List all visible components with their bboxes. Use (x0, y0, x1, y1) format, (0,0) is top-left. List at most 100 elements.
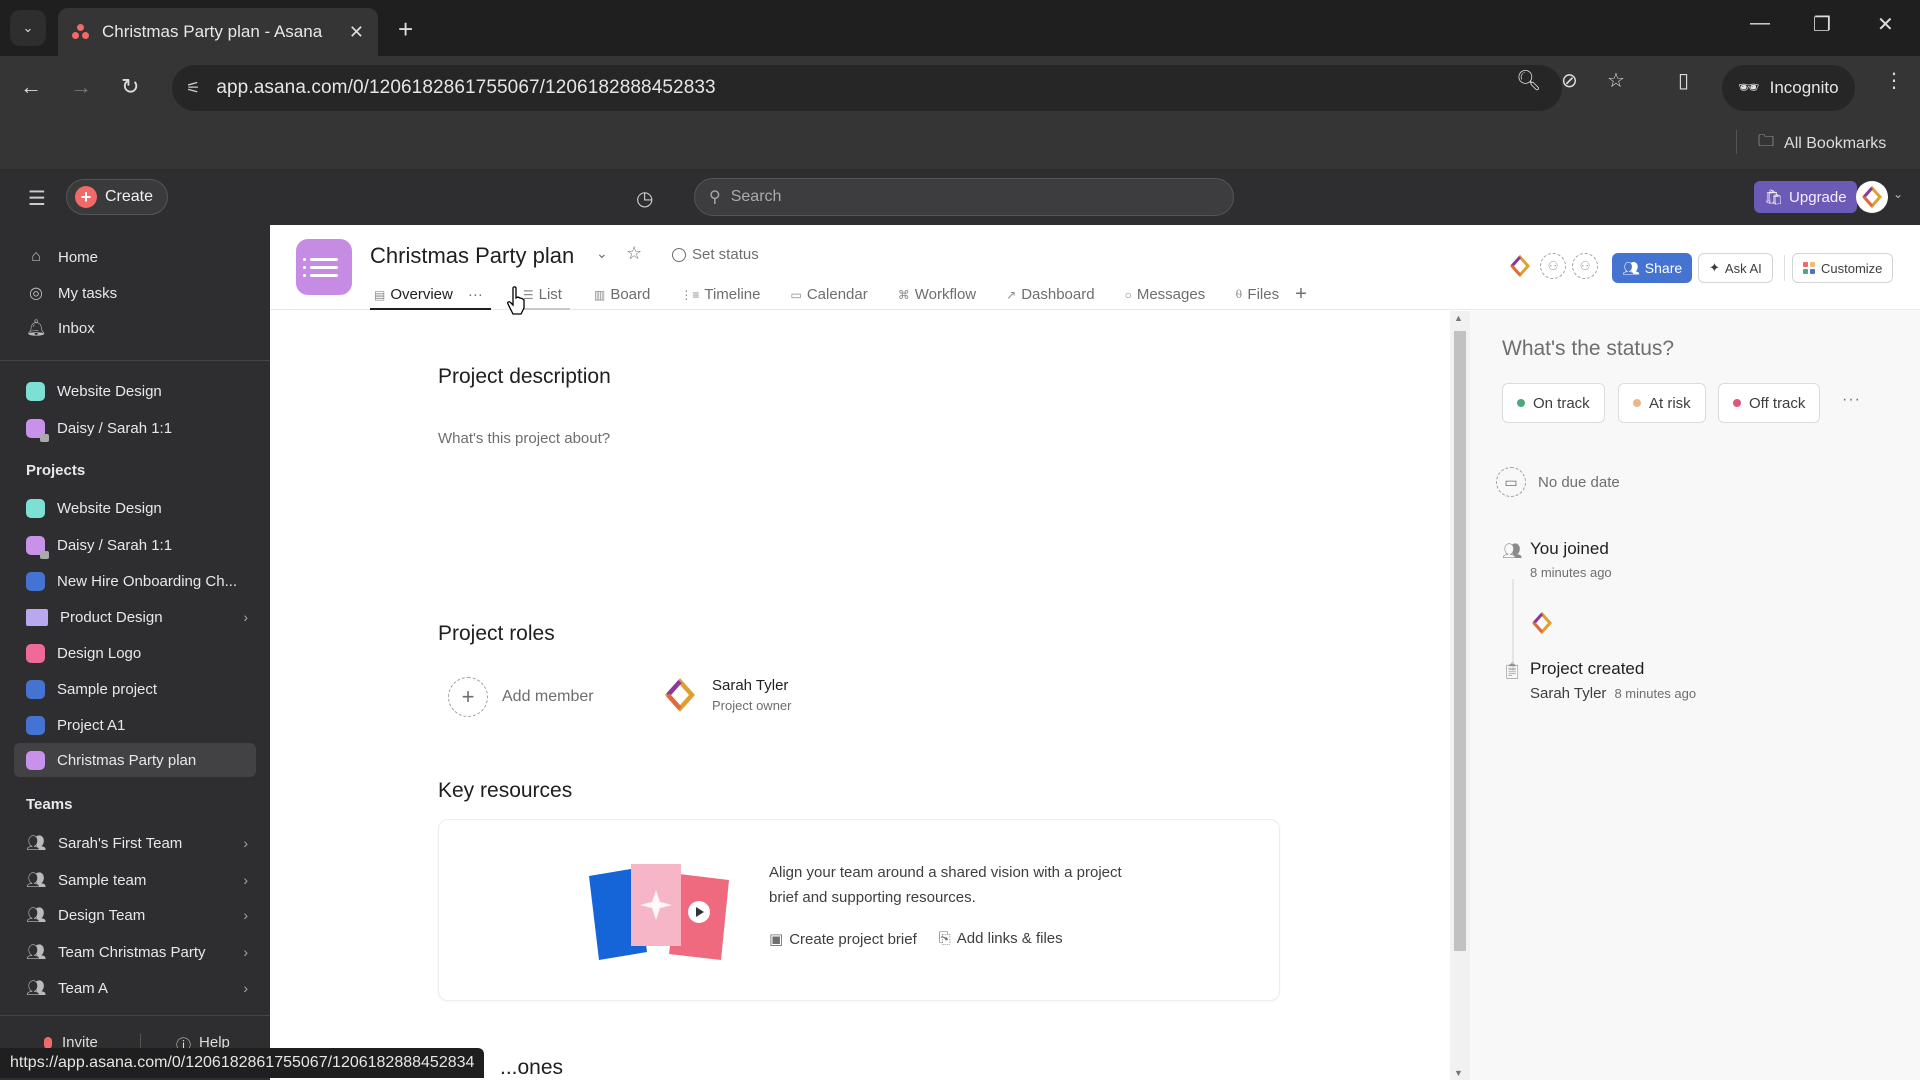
forward-icon[interactable]: → (70, 74, 92, 100)
project-list-icon[interactable] (296, 239, 352, 295)
bell-icon: 🔔︎ (26, 320, 47, 337)
back-icon[interactable]: ← (20, 74, 42, 100)
add-links-files-button[interactable]: ⎘ Add links & files (939, 930, 1063, 948)
tab-messages[interactable]: ○ Messages (1121, 279, 1218, 310)
status-option-label: On track (1533, 394, 1590, 412)
chevron-right-icon[interactable]: › (243, 907, 248, 923)
chevron-right-icon[interactable]: › (243, 609, 248, 625)
red-dot-icon (1733, 399, 1741, 407)
create-project-brief-button[interactable]: ▣ Create project brief (769, 930, 917, 948)
close-tab-icon[interactable]: ✕ (349, 22, 364, 43)
share-label: Share (1644, 260, 1683, 276)
tab-search-button[interactable]: ⌄ (10, 10, 46, 46)
team-icon: 👥︎ (26, 907, 47, 924)
chevron-right-icon[interactable]: › (243, 980, 248, 996)
user-avatar[interactable] (1856, 181, 1888, 213)
sidebar-project-sample-project[interactable]: Sample project (26, 674, 256, 704)
history-clock-icon[interactable]: ◷ (636, 186, 653, 211)
customize-button[interactable]: Customize (1792, 253, 1894, 283)
status-on-track-button[interactable]: On track (1502, 383, 1605, 423)
sidebar-team-team-christmas-party[interactable]: 👥︎ Team Christmas Party › (26, 937, 256, 967)
project-title[interactable]: Christmas Party plan (370, 243, 574, 269)
projects-heading[interactable]: Projects (26, 462, 85, 479)
tab-more-icon[interactable]: ··· (468, 286, 483, 303)
ask-ai-button[interactable]: ✦ Ask AI (1698, 253, 1773, 283)
project-owner[interactable]: Sarah Tyler Project owner (662, 677, 791, 713)
due-date-button[interactable]: ▭ No due date (1496, 467, 1620, 497)
browser-menu-icon[interactable]: ⋮ (1884, 68, 1904, 93)
sidebar-favorite-website-design[interactable]: Website Design (26, 376, 256, 406)
sidebar-team-team-a[interactable]: 👥︎ Team A › (26, 973, 256, 1003)
side-panel-icon[interactable]: ▯ (1678, 68, 1689, 93)
scroll-up-icon[interactable]: ▲ (1454, 313, 1463, 323)
set-status-button[interactable]: Set status (672, 246, 759, 263)
more-options-icon[interactable]: ··· (1842, 391, 1861, 409)
minimize-icon[interactable]: — (1750, 12, 1770, 35)
add-tab-icon[interactable]: + (1291, 279, 1311, 310)
create-button[interactable]: + Create (66, 179, 169, 215)
sidebar-item-inbox[interactable]: 🔔︎ Inbox (26, 313, 256, 343)
teams-heading[interactable]: Teams (26, 796, 72, 813)
sidebar-project-product-design[interactable]: Product Design › (26, 602, 256, 632)
sidebar-project-christmas-party-plan[interactable]: Christmas Party plan (14, 743, 256, 777)
tab-files[interactable]: ⍬ Files (1231, 279, 1291, 310)
content-scrollbar[interactable]: ▲ ▼ (1450, 311, 1470, 1080)
reload-icon[interactable]: ↻ (121, 74, 139, 100)
chevron-right-icon[interactable]: › (243, 835, 248, 851)
tab-timeline[interactable]: ⋮≡ Timeline (676, 279, 772, 310)
close-window-icon[interactable]: ✕ (1877, 12, 1894, 37)
browser-tab-active[interactable]: Christmas Party plan - Asana ✕ (58, 8, 378, 56)
lock-icon (40, 550, 49, 559)
account-chevron-icon[interactable]: ⌄ (1893, 187, 1903, 201)
tab-overview[interactable]: ▤ Overview ··· (370, 279, 495, 310)
activity-author[interactable]: Sarah Tyler (1530, 685, 1606, 702)
empty-member-slot-icon[interactable]: ⚇ (1572, 253, 1598, 279)
add-member-button[interactable]: + Add member (448, 677, 594, 717)
url-text[interactable]: app.asana.com/0/1206182861755067/1206182… (216, 77, 715, 99)
share-button[interactable]: 👥︎ Share (1612, 253, 1693, 283)
new-tab-icon[interactable]: + (398, 14, 413, 45)
sidebar-project-design-logo[interactable]: Design Logo (26, 638, 256, 668)
chevron-right-icon[interactable]: › (243, 872, 248, 888)
favorite-star-icon[interactable]: ☆ (626, 243, 642, 264)
sidebar-item-home[interactable]: ⌂ Home (26, 242, 256, 272)
tab-calendar[interactable]: ▭ Calendar (787, 279, 880, 310)
bookmark-star-icon[interactable]: ☆ (1607, 68, 1625, 93)
folder-icon: 🗀 (1758, 133, 1775, 150)
menu-toggle-icon[interactable]: ☰ (28, 186, 46, 211)
incognito-badge[interactable]: 🕶︎ Incognito (1722, 65, 1855, 111)
sidebar-project-new-hire-onboarding[interactable]: New Hire Onboarding Ch... (26, 566, 256, 596)
scroll-down-icon[interactable]: ▼ (1454, 1068, 1463, 1078)
empty-member-slot-icon[interactable]: ⚇ (1540, 253, 1566, 279)
sidebar-project-daisy-sarah[interactable]: Daisy / Sarah 1:1 (26, 530, 256, 560)
joined-user-avatar[interactable] (1530, 611, 1554, 635)
zoom-icon[interactable]: 🔍︎ (1516, 68, 1541, 93)
sidebar-project-project-a1[interactable]: Project A1 (26, 710, 256, 740)
sidebar-item-label: Website Design (57, 499, 162, 517)
upgrade-button[interactable]: 🛍︎ Upgrade (1754, 181, 1857, 213)
status-at-risk-button[interactable]: At risk (1618, 383, 1706, 423)
member-avatar[interactable] (1508, 254, 1532, 278)
tab-dashboard[interactable]: ↗ Dashboard (1002, 279, 1106, 310)
sidebar-item-my-tasks[interactable]: ◎ My tasks (26, 278, 256, 308)
restore-icon[interactable]: ❐ (1813, 12, 1831, 37)
sidebar-favorite-daisy-sarah[interactable]: Daisy / Sarah 1:1 (26, 413, 256, 443)
sidebar-team-sample-team[interactable]: 👥︎ Sample team › (26, 865, 256, 895)
sidebar-team-design-team[interactable]: 👥︎ Design Team › (26, 900, 256, 930)
project-description-input[interactable]: What's this project about? (438, 430, 610, 447)
url-omnibox[interactable]: ⚟ app.asana.com/0/1206182861755067/12061… (172, 65, 1562, 111)
eye-off-icon[interactable]: ⊘ (1561, 68, 1578, 93)
chevron-right-icon[interactable]: › (243, 944, 248, 960)
all-bookmarks-button[interactable]: 🗀 All Bookmarks (1758, 130, 1886, 157)
tab-board[interactable]: ▥ Board (590, 279, 662, 310)
tab-workflow[interactable]: ⌘ Workflow (894, 279, 988, 310)
status-off-track-button[interactable]: Off track (1718, 383, 1821, 423)
tab-label: Board (610, 286, 651, 303)
sidebar-team-sarahs-first-team[interactable]: 👥︎ Sarah's First Team › (26, 828, 256, 858)
search-input[interactable]: ⚲ Search (694, 178, 1234, 216)
sidebar-project-website-design[interactable]: Website Design (26, 493, 256, 523)
upgrade-label: Upgrade (1789, 188, 1847, 206)
project-options-chevron-icon[interactable]: ⌄ (596, 245, 608, 262)
scrollbar-thumb[interactable] (1454, 331, 1466, 951)
site-info-icon[interactable]: ⚟ (186, 78, 200, 98)
